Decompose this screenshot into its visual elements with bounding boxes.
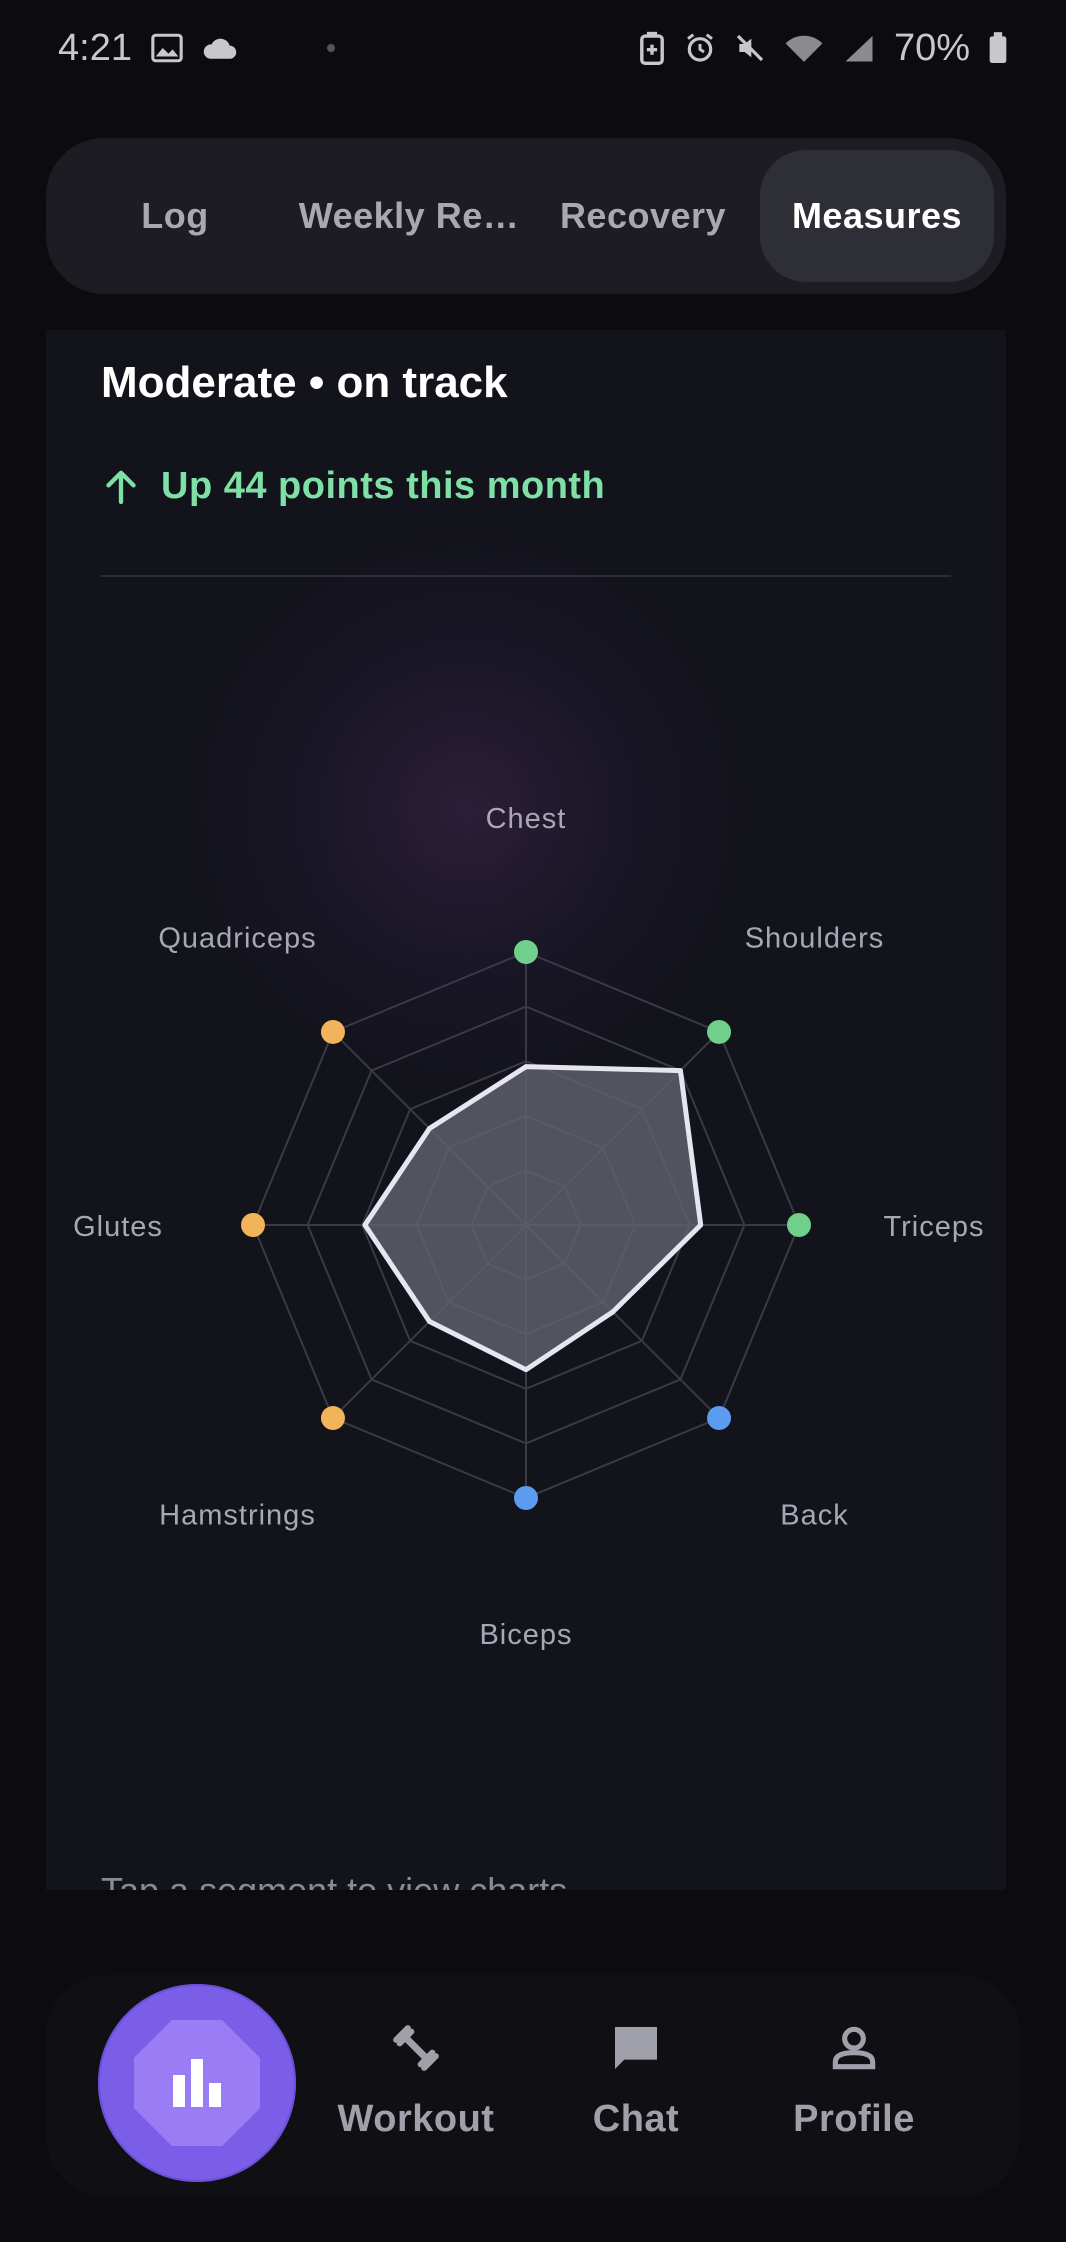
radar-axis-marker[interactable]: [514, 940, 538, 964]
muscle-radar-chart[interactable]: Chest Shoulders Triceps Back Biceps Hamstring…: [46, 330, 1006, 1890]
wifi-icon: [784, 32, 824, 64]
radar-axis-marker[interactable]: [707, 1406, 732, 1431]
radar-axis-marker[interactable]: [707, 1019, 732, 1044]
radar-axis-marker[interactable]: [514, 1486, 538, 1510]
radar-axis-label[interactable]: Glutes: [73, 1211, 163, 1243]
tab-measures[interactable]: Measures: [760, 150, 994, 282]
battery-saver-icon: [638, 31, 666, 65]
cloud-icon: [202, 34, 238, 62]
radar-axis-label[interactable]: Quadriceps: [158, 923, 316, 955]
radar-axis-label[interactable]: Hamstrings: [159, 1499, 316, 1531]
nav-chat[interactable]: Chat: [536, 2020, 736, 2141]
chat-bubble-icon: [608, 2020, 664, 2076]
nav-label: Profile: [793, 2098, 915, 2140]
tab-label: Recovery: [559, 195, 727, 236]
nav-stats-button[interactable]: [98, 1984, 296, 2182]
battery-percent: 70%: [893, 26, 970, 69]
tab-label: Measures: [791, 195, 963, 236]
radar-axis-label[interactable]: Back: [780, 1499, 848, 1531]
radar-axis-marker[interactable]: [787, 1213, 811, 1237]
nav-label: Workout: [337, 2098, 495, 2140]
radar-axis-label[interactable]: Shoulders: [745, 923, 885, 955]
signal-icon: [842, 33, 876, 63]
radar-axis-label[interactable]: Triceps: [884, 1211, 985, 1243]
status-time: 4:21: [58, 26, 132, 69]
radar-axis-marker[interactable]: [320, 1019, 345, 1044]
person-icon: [826, 2020, 882, 2076]
nav-label: Chat: [592, 2098, 680, 2140]
radar-axis-label[interactable]: Biceps: [479, 1619, 572, 1651]
image-icon: [150, 31, 184, 65]
hint-text: Tap a segment to view charts: [101, 1870, 567, 1890]
tab-log[interactable]: Log: [58, 150, 292, 282]
radar-axis-marker[interactable]: [320, 1406, 345, 1431]
dumbbell-icon: [388, 2020, 444, 2076]
tab-label: Log: [141, 195, 209, 236]
tab-label: Weekly Re…: [298, 195, 520, 236]
nav-profile[interactable]: Profile: [754, 2020, 954, 2141]
measures-card: Moderate • on track Up 44 points this mo…: [46, 330, 1006, 1890]
radar-axis-marker[interactable]: [241, 1213, 265, 1237]
top-tab-bar: Log Weekly Re… Recovery Measures: [46, 138, 1006, 294]
mute-icon: [734, 32, 766, 64]
battery-icon: [988, 31, 1008, 65]
tab-weekly-report[interactable]: Weekly Re…: [292, 150, 526, 282]
status-bar: 4:21 70%: [0, 0, 1066, 96]
nav-workout[interactable]: Workout: [316, 2020, 516, 2141]
tab-recovery[interactable]: Recovery: [526, 150, 760, 282]
dot-icon: [326, 43, 336, 53]
radar-axis-label[interactable]: Chest: [486, 803, 567, 835]
radar-data-area[interactable]: [362, 1064, 704, 1373]
bar-chart-icon: [134, 2020, 260, 2146]
alarm-icon: [684, 32, 716, 64]
